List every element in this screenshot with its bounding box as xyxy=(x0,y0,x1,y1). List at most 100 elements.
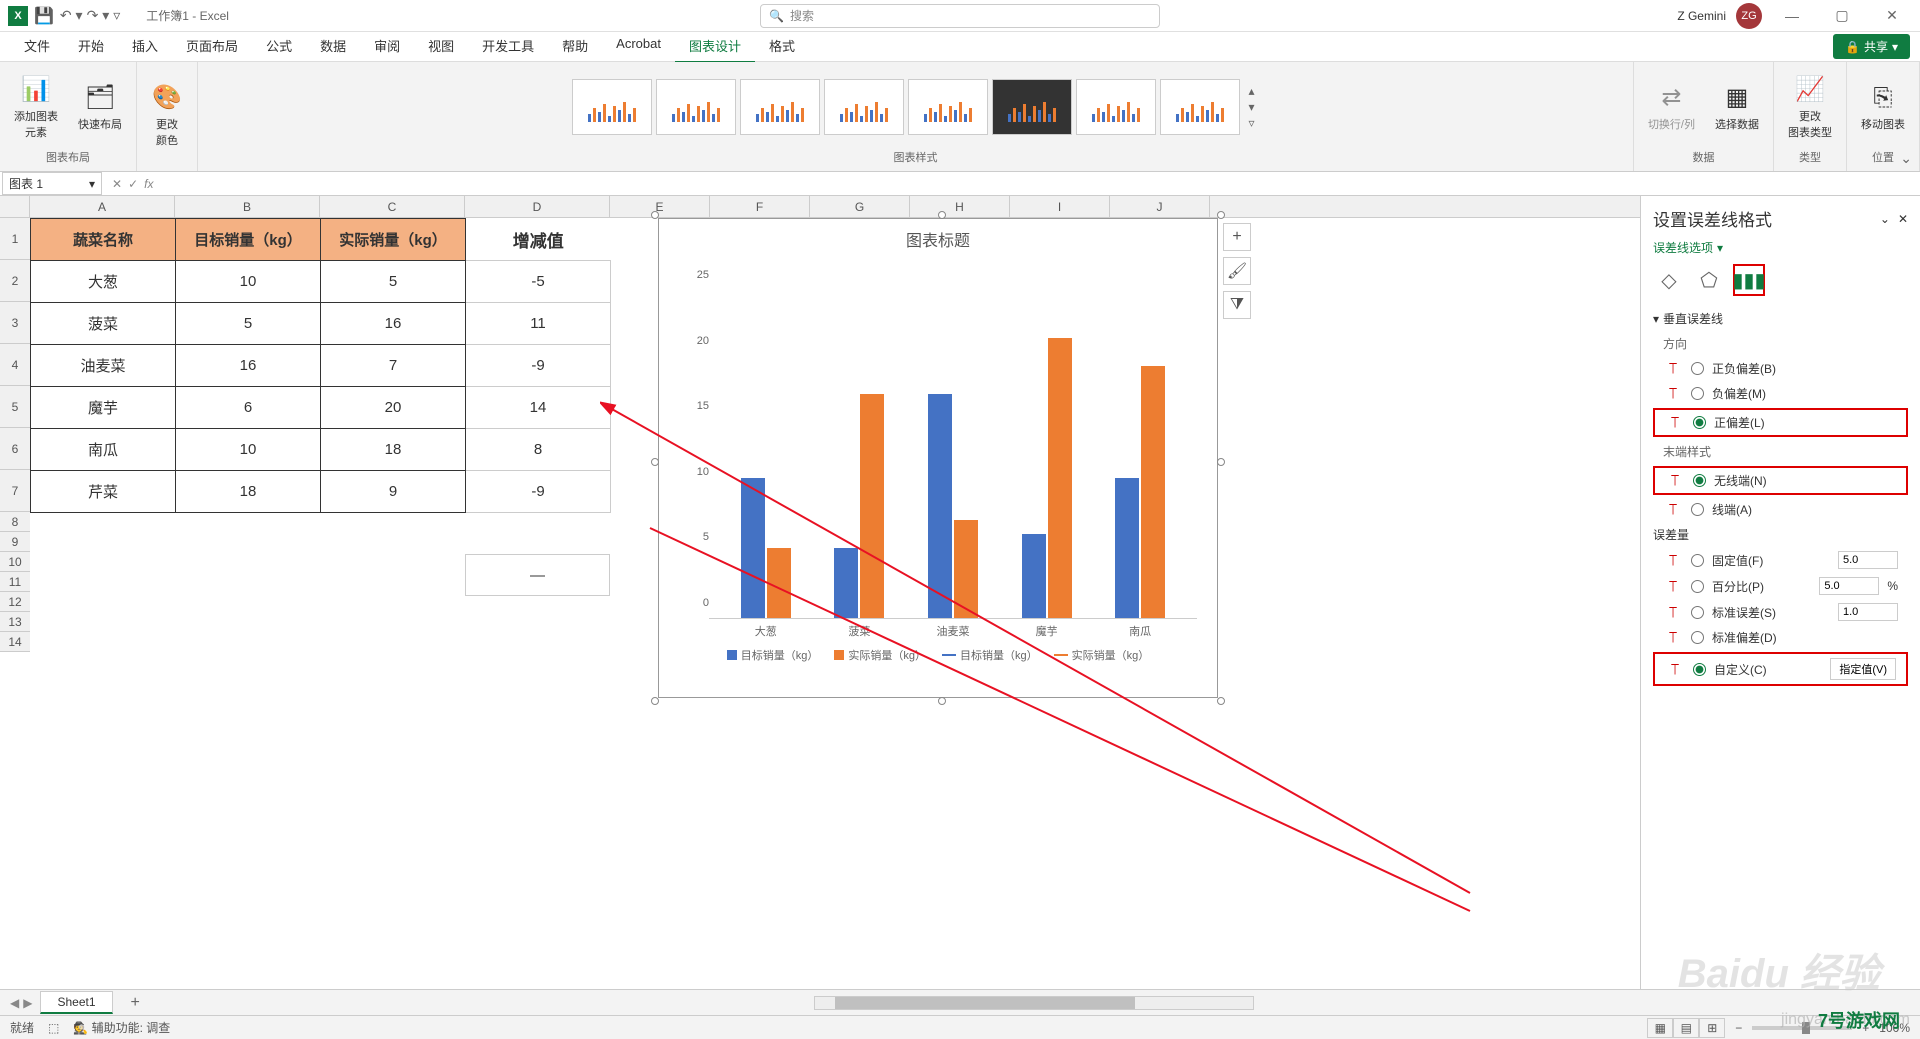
chart-style-7[interactable] xyxy=(1076,79,1156,135)
normal-view-button[interactable]: ▦ xyxy=(1647,1018,1673,1038)
table-cell[interactable]: 油麦菜 xyxy=(31,345,176,387)
col-header-A[interactable]: A xyxy=(30,196,175,217)
table-header[interactable]: 蔬菜名称 xyxy=(31,219,176,261)
horizontal-scrollbar[interactable] xyxy=(158,996,1910,1010)
chart-bar[interactable] xyxy=(1048,338,1072,618)
chart-bar[interactable] xyxy=(767,548,791,618)
spreadsheet-grid[interactable]: ABCDEFGHIJ 1234567891011121314 蔬菜名称目标销量（… xyxy=(0,196,1640,989)
table-cell[interactable]: 14 xyxy=(466,387,611,429)
table-header[interactable]: 目标销量（kg） xyxy=(176,219,321,261)
col-header-J[interactable]: J xyxy=(1110,196,1210,217)
table-cell[interactable]: -9 xyxy=(466,471,611,513)
menu-tab-12[interactable]: 格式 xyxy=(755,30,809,64)
error-bar-options-tab[interactable]: ▮▮▮ xyxy=(1733,264,1765,296)
effects-tab[interactable]: ⬠ xyxy=(1693,264,1725,296)
panel-option[interactable]: ⟙ 线端(A) xyxy=(1653,497,1908,522)
name-box[interactable]: 图表 1▾ xyxy=(2,172,102,195)
table-cell[interactable]: 芹菜 xyxy=(31,471,176,513)
table-cell[interactable]: 11 xyxy=(466,303,611,345)
row-header-10[interactable]: 10 xyxy=(0,552,30,572)
add-chart-element-button[interactable]: 📊 添加图表 元素 xyxy=(8,70,64,144)
table-cell[interactable]: 16 xyxy=(176,345,321,387)
quick-layout-button[interactable]: 🗂 快速布局 xyxy=(72,78,128,136)
table-cell[interactable]: 18 xyxy=(176,471,321,513)
panel-option[interactable]: ⟙ 固定值(F) xyxy=(1653,547,1908,573)
chart-style-3[interactable] xyxy=(740,79,820,135)
qat-customize[interactable]: ▿ xyxy=(113,7,120,24)
panel-close-button[interactable]: ✕ xyxy=(1898,212,1908,226)
chart-bar[interactable] xyxy=(928,394,952,618)
menu-tab-10[interactable]: Acrobat xyxy=(602,30,675,64)
page-layout-view-button[interactable]: ▤ xyxy=(1673,1018,1699,1038)
table-cell[interactable]: 南瓜 xyxy=(31,429,176,471)
fill-line-tab[interactable]: ◇ xyxy=(1653,264,1685,296)
chart-plus-button[interactable]: + xyxy=(1223,223,1251,251)
sheet-prev-button[interactable]: ◀ xyxy=(10,996,19,1010)
col-header-I[interactable]: I xyxy=(1010,196,1110,217)
chart-title[interactable]: 图表标题 xyxy=(659,219,1217,259)
col-header-E[interactable]: E xyxy=(610,196,710,217)
table-cell[interactable]: 20 xyxy=(321,387,466,429)
table-header[interactable]: 实际销量（kg） xyxy=(321,219,466,261)
menu-tab-5[interactable]: 数据 xyxy=(306,30,360,64)
select-all-cell[interactable] xyxy=(0,196,30,217)
chart-styles-more[interactable]: ▴▾▿ xyxy=(1244,84,1258,130)
embedded-chart[interactable]: 图表标题 2520151050 大葱菠菜油麦菜魔芋南瓜 目标销量（kg）实际销量… xyxy=(658,218,1218,698)
chart-bar[interactable] xyxy=(954,520,978,618)
panel-option[interactable]: ⟙ 正负偏差(B) xyxy=(1653,356,1908,381)
col-header-F[interactable]: F xyxy=(710,196,810,217)
row-header-8[interactable]: 8 xyxy=(0,512,30,532)
chart-style-5[interactable] xyxy=(908,79,988,135)
table-cell[interactable]: 5 xyxy=(321,261,466,303)
row-header-5[interactable]: 5 xyxy=(0,386,30,428)
redo-button[interactable]: ↷ ▾ xyxy=(87,7,110,24)
col-header-B[interactable]: B xyxy=(175,196,320,217)
table-cell[interactable]: 6 xyxy=(176,387,321,429)
cancel-icon[interactable]: ✕ xyxy=(112,177,122,191)
user-avatar[interactable]: ZG xyxy=(1736,3,1762,29)
row-header-13[interactable]: 13 xyxy=(0,612,30,632)
chart-bar[interactable] xyxy=(860,394,884,618)
menu-tab-3[interactable]: 页面布局 xyxy=(172,30,252,64)
panel-option[interactable]: ⟙ 标准误差(S) xyxy=(1653,599,1908,625)
panel-option[interactable]: ⟙ 负偏差(M) xyxy=(1653,381,1908,406)
maximize-button[interactable]: ▢ xyxy=(1822,2,1862,30)
col-header-D[interactable]: D xyxy=(465,196,610,217)
row-header-6[interactable]: 6 xyxy=(0,428,30,470)
table-cell[interactable]: 10 xyxy=(176,429,321,471)
change-colors-button[interactable]: 🎨 更改 颜色 xyxy=(145,78,189,152)
minimize-button[interactable]: — xyxy=(1772,2,1812,30)
close-button[interactable]: ✕ xyxy=(1872,2,1912,30)
table-cell[interactable]: 18 xyxy=(321,429,466,471)
switch-row-col-button[interactable]: ⇄ 切换行/列 xyxy=(1642,78,1701,136)
change-chart-type-button[interactable]: 📈 更改 图表类型 xyxy=(1782,70,1838,144)
undo-button[interactable]: ↶ ▾ xyxy=(60,7,83,24)
user-name[interactable]: Z Gemini xyxy=(1677,9,1726,23)
page-break-view-button[interactable]: ⊞ xyxy=(1699,1018,1725,1038)
row-header-14[interactable]: 14 xyxy=(0,632,30,652)
table-cell[interactable]: -9 xyxy=(466,345,611,387)
table-cell[interactable]: 8 xyxy=(466,429,611,471)
zoom-out-button[interactable]: − xyxy=(1735,1021,1742,1035)
chart-bar[interactable] xyxy=(834,548,858,618)
cell-dash[interactable]: — xyxy=(465,554,610,596)
table-cell[interactable]: 9 xyxy=(321,471,466,513)
chart-style-4[interactable] xyxy=(824,79,904,135)
row-header-1[interactable]: 1 xyxy=(0,218,30,260)
add-sheet-button[interactable]: + xyxy=(121,994,150,1012)
col-header-C[interactable]: C xyxy=(320,196,465,217)
row-header-3[interactable]: 3 xyxy=(0,302,30,344)
chart-style-2[interactable] xyxy=(656,79,736,135)
chart-bar[interactable] xyxy=(1141,366,1165,618)
menu-tab-8[interactable]: 开发工具 xyxy=(468,30,548,64)
table-cell[interactable]: 7 xyxy=(321,345,466,387)
table-cell[interactable]: 大葱 xyxy=(31,261,176,303)
row-header-12[interactable]: 12 xyxy=(0,592,30,612)
panel-option[interactable]: ⟙ 无线端(N) xyxy=(1653,466,1908,495)
menu-tab-1[interactable]: 开始 xyxy=(64,30,118,64)
menu-tab-9[interactable]: 帮助 xyxy=(548,30,602,64)
row-header-7[interactable]: 7 xyxy=(0,470,30,512)
chart-bar[interactable] xyxy=(741,478,765,618)
chart-style-8[interactable] xyxy=(1160,79,1240,135)
table-cell[interactable]: 10 xyxy=(176,261,321,303)
